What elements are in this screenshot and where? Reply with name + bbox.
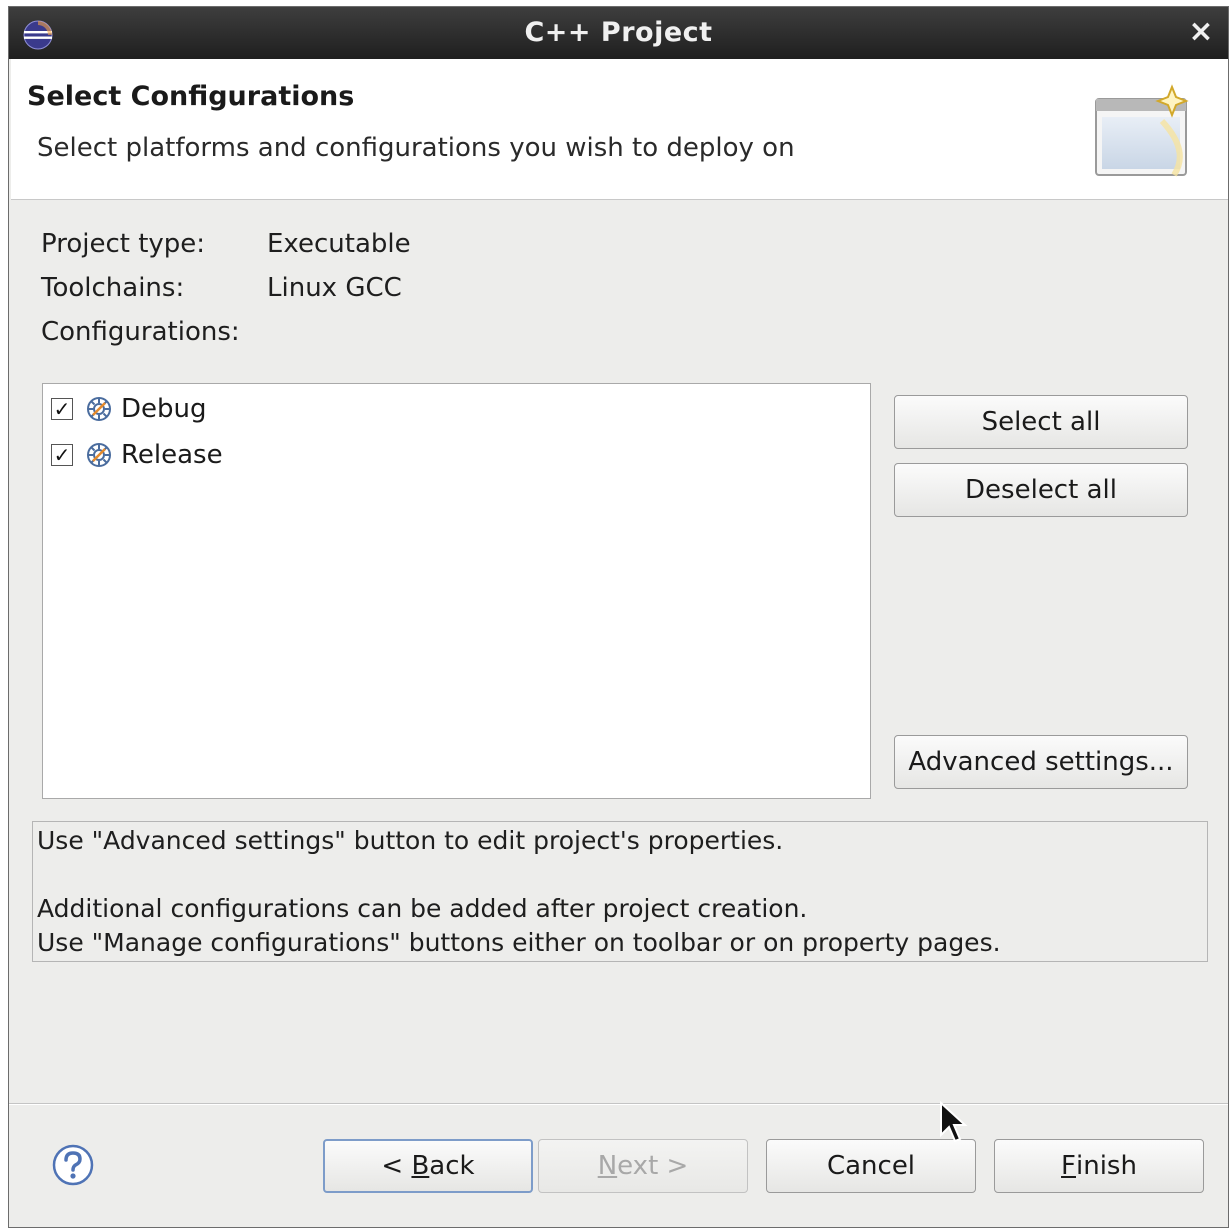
- window-title: C++ Project: [524, 17, 713, 48]
- project-type-value: Executable: [267, 229, 411, 259]
- back-rest: ack: [429, 1151, 475, 1181]
- close-icon[interactable]: ×: [1186, 17, 1216, 47]
- toolchains-value: Linux GCC: [267, 273, 402, 303]
- next-button: Next >: [538, 1139, 748, 1193]
- cancel-button[interactable]: Cancel: [766, 1139, 976, 1193]
- finish-rest: inish: [1076, 1151, 1137, 1181]
- build-config-icon: [87, 443, 111, 467]
- list-item[interactable]: ✓ Release: [51, 436, 223, 474]
- finish-mnemonic: F: [1061, 1151, 1076, 1181]
- cpp-project-dialog: C++ Project × Select Configurations Sele…: [8, 6, 1229, 1228]
- debug-label: Debug: [121, 394, 207, 424]
- wizard-header: Select Configurations Select platforms a…: [11, 59, 1228, 200]
- next-mnemonic: N: [597, 1151, 618, 1181]
- note-advanced-settings: Use "Advanced settings" button to edit p…: [37, 826, 784, 855]
- note-manage-configurations: Use "Manage configurations" buttons eith…: [37, 928, 1001, 957]
- select-all-button[interactable]: Select all: [894, 395, 1188, 449]
- build-config-icon: [87, 397, 111, 421]
- next-rest: ext >: [617, 1151, 689, 1181]
- deselect-all-button[interactable]: Deselect all: [894, 463, 1188, 517]
- configurations-list[interactable]: ✓ Debug ✓ Release: [42, 383, 871, 799]
- advanced-settings-button[interactable]: Advanced settings...: [894, 735, 1188, 789]
- configurations-label: Configurations:: [41, 317, 240, 347]
- notes-box: Use "Advanced settings" button to edit p…: [32, 821, 1208, 962]
- project-type-label: Project type:: [41, 229, 206, 259]
- title-bar[interactable]: C++ Project ×: [9, 7, 1228, 59]
- release-checkbox[interactable]: ✓: [51, 444, 73, 466]
- debug-checkbox[interactable]: ✓: [51, 398, 73, 420]
- back-prefix: <: [381, 1151, 412, 1181]
- release-label: Release: [121, 440, 223, 470]
- page-title: Select Configurations: [27, 81, 355, 112]
- back-button[interactable]: < Back: [323, 1139, 533, 1193]
- note-additional-configurations: Additional configurations can be added a…: [37, 894, 808, 923]
- finish-button[interactable]: Finish: [994, 1139, 1204, 1193]
- mouse-cursor-icon: [940, 1101, 968, 1143]
- back-mnemonic: B: [411, 1151, 430, 1181]
- toolchains-label: Toolchains:: [41, 273, 185, 303]
- page-description: Select platforms and configurations you …: [37, 133, 795, 163]
- wizard-banner-icon: [1095, 84, 1189, 177]
- list-item[interactable]: ✓ Debug: [51, 390, 207, 428]
- help-icon[interactable]: [51, 1143, 95, 1187]
- footer-separator: [9, 1103, 1228, 1105]
